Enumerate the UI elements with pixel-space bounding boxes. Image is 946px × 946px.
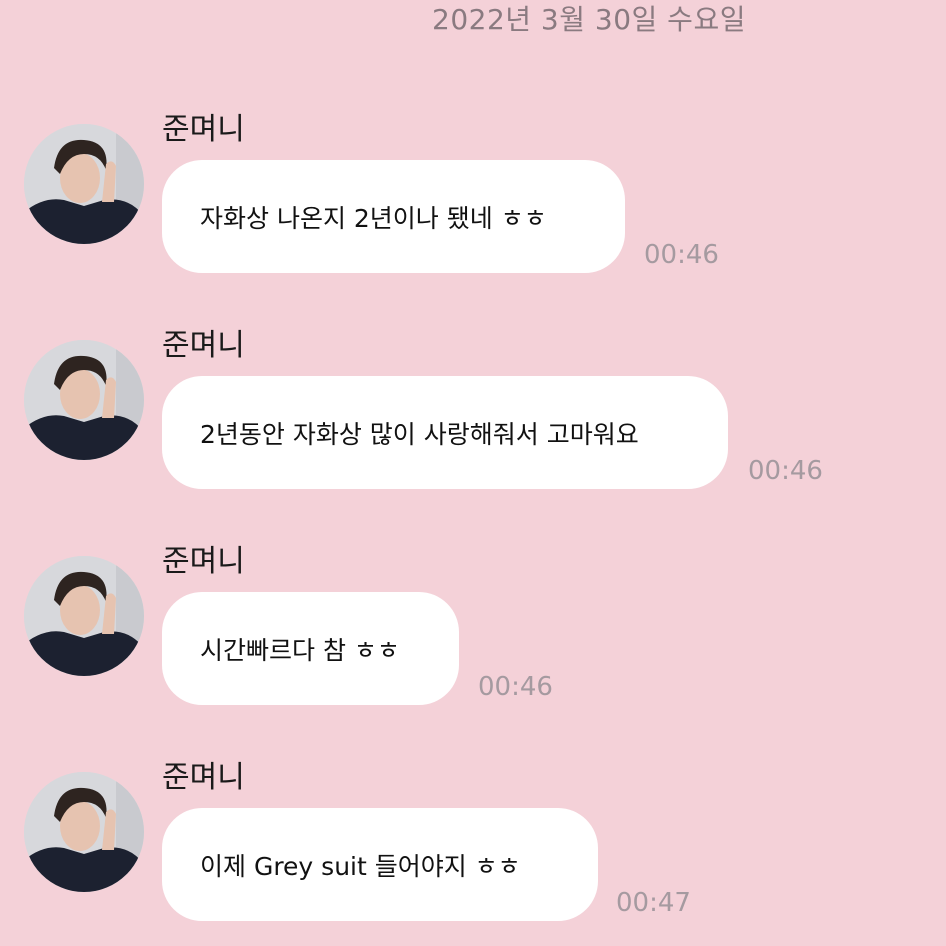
chat-message: 준며니 2년동안 자화상 많이 사랑해줘서 고마워요 00:46 <box>0 320 946 510</box>
message-bubble[interactable]: 자화상 나온지 2년이나 됐네 ㅎㅎ <box>162 160 625 273</box>
avatar[interactable] <box>24 340 144 460</box>
message-time: 00:46 <box>748 456 823 486</box>
avatar[interactable] <box>24 772 144 892</box>
avatar[interactable] <box>24 556 144 676</box>
chat-message: 준며니 자화상 나온지 2년이나 됐네 ㅎㅎ 00:46 <box>0 104 946 294</box>
message-text: 2년동안 자화상 많이 사랑해줘서 고마워요 <box>200 419 639 449</box>
message-text: 시간빠르다 참 ㅎㅎ <box>200 635 400 665</box>
date-header: 2022년 3월 30일 수요일 <box>432 3 746 36</box>
sender-name: 준며니 <box>162 112 245 147</box>
profile-photo-icon <box>24 556 144 676</box>
chat-message: 준며니 시간빠르다 참 ㅎㅎ 00:46 <box>0 536 946 726</box>
sender-name: 준며니 <box>162 544 245 579</box>
message-bubble[interactable]: 이제 Grey suit 들어야지 ㅎㅎ <box>162 808 598 921</box>
sender-name: 준며니 <box>162 760 245 795</box>
message-time: 00:46 <box>644 240 719 270</box>
message-time: 00:46 <box>478 672 553 702</box>
profile-photo-icon <box>24 340 144 460</box>
message-text: 이제 Grey suit 들어야지 ㅎㅎ <box>200 851 521 881</box>
message-bubble[interactable]: 2년동안 자화상 많이 사랑해줘서 고마워요 <box>162 376 728 489</box>
message-time: 00:47 <box>616 888 691 918</box>
message-text: 자화상 나온지 2년이나 됐네 ㅎㅎ <box>200 203 547 233</box>
chat-message: 준며니 이제 Grey suit 들어야지 ㅎㅎ 00:47 <box>0 752 946 942</box>
avatar[interactable] <box>24 124 144 244</box>
profile-photo-icon <box>24 772 144 892</box>
sender-name: 준며니 <box>162 328 245 363</box>
profile-photo-icon <box>24 124 144 244</box>
message-bubble[interactable]: 시간빠르다 참 ㅎㅎ <box>162 592 459 705</box>
